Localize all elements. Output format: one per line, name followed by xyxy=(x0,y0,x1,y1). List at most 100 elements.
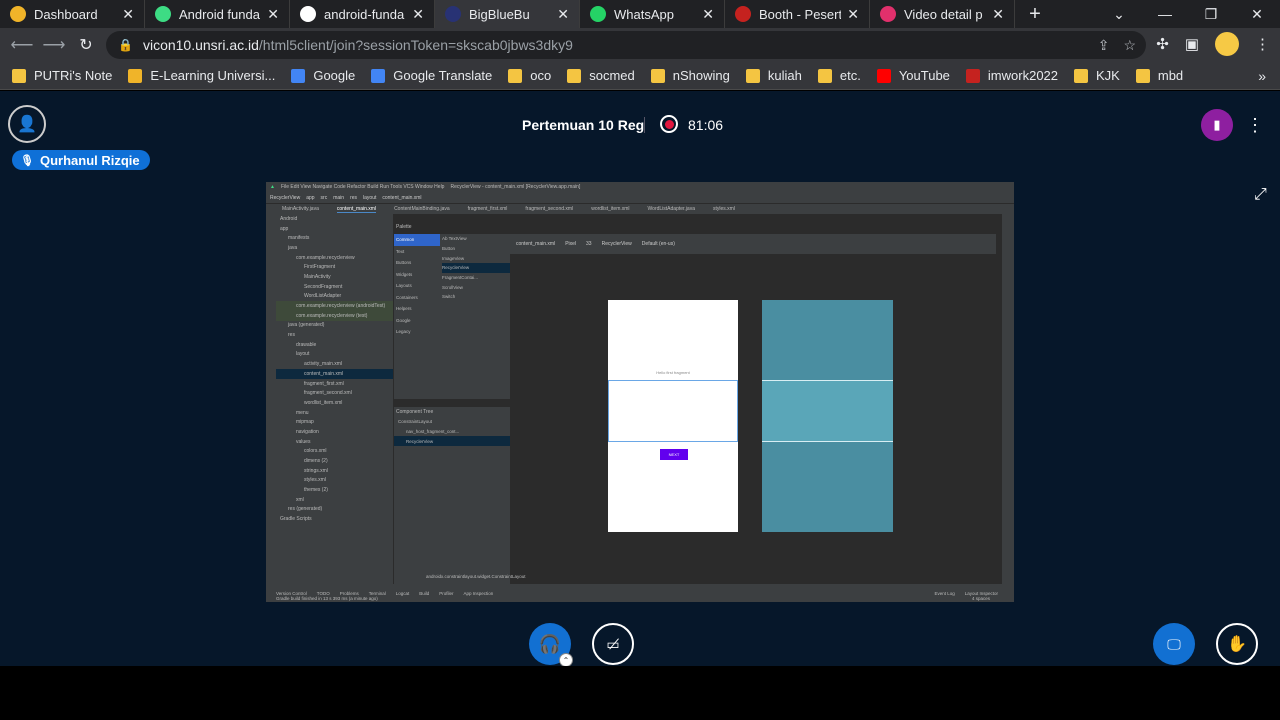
bookmark-item[interactable]: imwork2022 xyxy=(965,68,1058,83)
as-project-panel: Android app manifests java com.example.recyc… xyxy=(276,214,394,584)
audio-button[interactable]: 🎧 ⌃ xyxy=(529,623,573,667)
back-button[interactable]: ⟵ xyxy=(6,29,38,61)
restore-icon[interactable]: ❐ xyxy=(1188,0,1234,28)
bookmark-item[interactable]: oco xyxy=(508,68,551,83)
talking-indicator[interactable]: 🎙 Qurhanul Rizqie xyxy=(12,150,150,170)
tool-window-tab: Logcat xyxy=(395,590,410,596)
bookmark-item[interactable]: etc. xyxy=(817,68,861,83)
talker-name: Qurhanul Rizqie xyxy=(39,152,140,168)
address-host: vicon10.unsri.ac.id xyxy=(142,37,259,53)
connection-status-button[interactable]: ▮ xyxy=(1201,109,1233,141)
fullscreen-icon[interactable]: ⤢ xyxy=(1254,186,1267,204)
blueprint-preview xyxy=(762,300,893,532)
palette-category: Google xyxy=(396,317,411,323)
project-tree-row: fragment_second.xml xyxy=(304,390,352,397)
browser-tab[interactable]: Booth - Pesert ✕ xyxy=(725,0,870,28)
minimize-icon[interactable]: — xyxy=(1142,0,1188,28)
component-tree-title: Component Tree xyxy=(396,409,434,415)
bookmark-label: mbd xyxy=(1157,68,1184,83)
record-indicator-icon[interactable] xyxy=(660,115,678,133)
video-button[interactable]: ▭̸ xyxy=(592,623,634,665)
project-view-selector: Android xyxy=(280,215,298,222)
as-palette-panel: Common Text Buttons Widgets Layouts Container… xyxy=(394,234,510,399)
audio-options-caret-icon[interactable]: ⌃ xyxy=(559,653,573,667)
status-indent: 4 spaces xyxy=(971,596,990,601)
editor-tab: fragment_second.xml xyxy=(525,206,574,212)
bookmark-item[interactable]: mbd xyxy=(1135,68,1184,83)
bookmark-label: E-Learning Universi... xyxy=(150,68,276,83)
tool-window-tab: App Inspection xyxy=(463,590,494,596)
bookmark-item[interactable]: E-Learning Universi... xyxy=(128,68,275,83)
palette-category: Containers xyxy=(396,294,418,300)
bookmark-item[interactable]: Google Translate xyxy=(371,68,492,83)
project-tree-row: com.example.recyclerview xyxy=(296,254,355,261)
forward-button[interactable]: ⟶ xyxy=(38,29,70,61)
profile-avatar[interactable] xyxy=(1215,32,1239,56)
chrome-menu-icon[interactable]: ⋮ xyxy=(1255,35,1270,53)
side-panel-icon[interactable]: ▣ xyxy=(1185,35,1199,53)
more-bookmarks-button[interactable]: » xyxy=(1258,68,1266,84)
browser-tab[interactable]: WhatsApp ✕ xyxy=(580,0,725,28)
bookmark-item[interactable]: YouTube xyxy=(876,68,950,83)
meeting-controls: 🎧 ⌃ ▭̸ 🖵 ✋ xyxy=(0,602,1280,667)
browser-tab[interactable]: Dashboard ✕ xyxy=(0,0,145,28)
as-title-bar: ▲ File Edit View Navigate Code Refactor … xyxy=(266,182,1014,192)
close-tab-icon[interactable]: ✕ xyxy=(267,6,279,23)
tool-window-tab: Terminal xyxy=(368,590,386,596)
component-tree-row: ConstraintLayout xyxy=(398,419,433,425)
bookmark-item[interactable]: nShowing xyxy=(650,68,730,83)
tab-search-icon[interactable]: ⌄ xyxy=(1096,0,1142,28)
bookmarks-bar: PUTRi's Note E-Learning Universi... Google… xyxy=(0,62,1280,90)
bookmark-item[interactable]: socmed xyxy=(567,68,635,83)
bigbluebutton-icon xyxy=(445,6,461,22)
preview-header-text: Hello first fragment xyxy=(656,370,690,375)
microphone-icon: 🎙 xyxy=(20,154,34,167)
palette-item: ImageView xyxy=(442,255,465,261)
editor-tab: fragment_first.xml xyxy=(467,206,508,212)
project-tree-row: values xyxy=(296,438,311,445)
address-bar[interactable]: 🔒 vicon10.unsri.ac.id/html5client/join?s… xyxy=(106,31,1146,59)
close-tab-icon[interactable]: ✕ xyxy=(702,6,714,23)
user-list-toggle-button[interactable]: 👤 xyxy=(8,105,46,143)
raise-hand-button[interactable]: ✋ xyxy=(1216,623,1258,665)
bookmark-item[interactable]: kuliah xyxy=(745,68,802,83)
browser-tab[interactable]: BigBlueBu ✕ xyxy=(435,0,580,28)
bookmark-item[interactable]: Google xyxy=(291,68,355,83)
palette-item: Button xyxy=(442,246,456,252)
signal-bars-icon: ▮ xyxy=(1213,117,1221,132)
close-tab-icon[interactable]: ✕ xyxy=(122,6,134,23)
project-tree-row: styles.xml xyxy=(304,477,326,484)
bookmark-item[interactable]: PUTRi's Note xyxy=(12,68,112,83)
close-tab-icon[interactable]: ✕ xyxy=(847,6,859,23)
presentation-button[interactable]: 🖵 xyxy=(1153,623,1195,665)
notes-icon xyxy=(12,68,26,83)
browser-tab[interactable]: Android funda ✕ xyxy=(145,0,290,28)
as-design-toolbar: content_main.xml Pixel 33 RecyclerView D… xyxy=(510,234,996,254)
browser-tab[interactable]: android-funda ✕ xyxy=(290,0,435,28)
browser-tab[interactable]: Video detail p ✕ xyxy=(870,0,1015,28)
new-tab-button[interactable]: + xyxy=(1015,0,1055,28)
close-window-icon[interactable]: ✕ xyxy=(1234,0,1280,28)
editor-tab: styles.xml xyxy=(712,206,735,212)
bookmark-star-icon[interactable]: ☆ xyxy=(1123,37,1136,54)
bookmark-item[interactable]: KJK xyxy=(1074,68,1120,83)
as-component-tree: Component Tree ConstraintLayout nav_host_… xyxy=(394,406,510,584)
tool-window-tab: Version Control xyxy=(276,590,307,596)
design-preview: Hello first fragment NEXT xyxy=(608,300,738,532)
project-tree-row: activity_main.xml xyxy=(304,361,343,368)
design-api: 33 xyxy=(586,241,592,247)
blueprint-recyclerview xyxy=(762,380,893,442)
design-theme: Default (en-us) xyxy=(641,241,675,247)
as-left-toolstrip xyxy=(266,214,276,584)
options-menu-icon[interactable]: ⋮ xyxy=(1246,115,1264,136)
close-tab-icon[interactable]: ✕ xyxy=(412,6,424,23)
close-tab-icon[interactable]: ✕ xyxy=(557,6,569,23)
share-icon[interactable]: ⇪ xyxy=(1098,37,1110,54)
reload-button[interactable]: ↻ xyxy=(70,29,102,61)
extensions-icon[interactable]: ✣ xyxy=(1156,35,1169,53)
github-icon xyxy=(300,6,316,22)
component-tree-row: RecyclerView xyxy=(394,436,510,447)
close-tab-icon[interactable]: ✕ xyxy=(992,6,1004,23)
breadcrumb-item: content_main.xml xyxy=(382,194,422,201)
meeting-title: Pertemuan 10 Reg xyxy=(522,117,645,133)
